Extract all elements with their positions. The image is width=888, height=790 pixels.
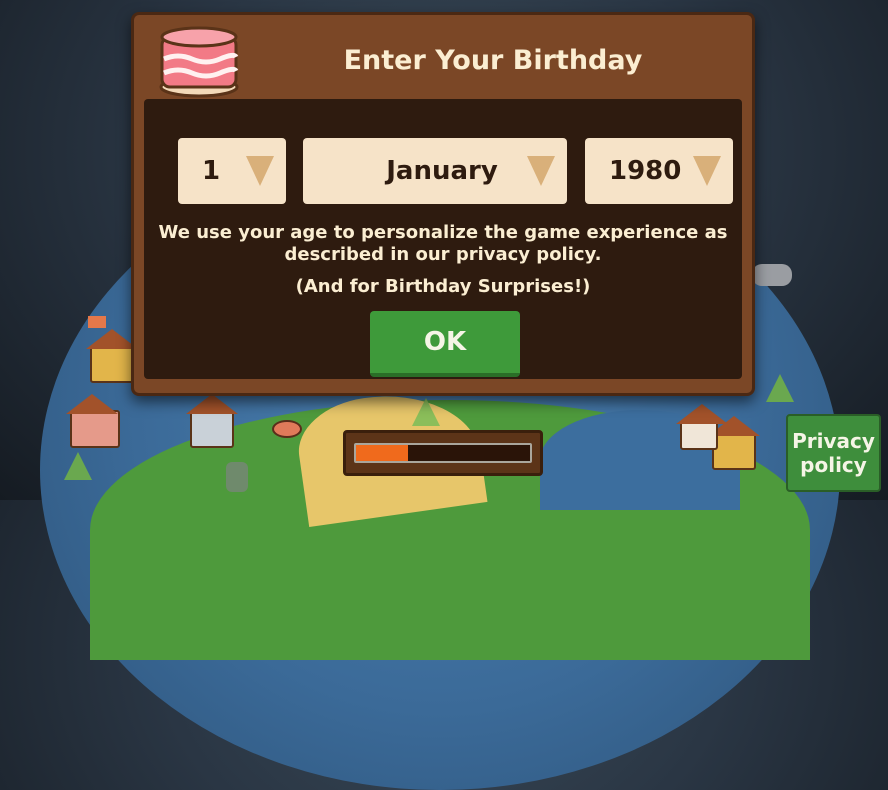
house-icon [708,416,760,470]
day-value: 1 [202,156,221,186]
age-explanation-text: We use your age to personalize the game … [158,222,728,265]
triangle-down-icon [527,156,555,186]
tree-icon [412,398,440,426]
dialog-title: Enter Your Birthday [343,45,643,76]
triangle-down-icon [246,156,274,186]
cake-icon [159,26,239,98]
flag-icon [88,316,106,328]
privacy-policy-button[interactable]: Privacy policy [786,414,881,492]
bottle-icon [226,462,248,492]
cloud-icon [752,264,792,286]
tree-icon [766,374,794,402]
house-icon [66,394,120,448]
year-dropdown[interactable]: 1980 [585,138,733,204]
house-icon [186,394,238,448]
loading-track [354,443,532,463]
month-value: January [386,156,498,186]
birthday-surprise-text: (And for Birthday Surprises!) [295,276,591,297]
day-dropdown[interactable]: 1 [178,138,286,204]
year-value: 1980 [609,156,682,186]
house-icon [86,329,138,383]
birthday-dialog: Enter Your Birthday 1 January 1980 We us… [131,12,755,396]
ok-button[interactable]: OK [370,311,520,377]
month-dropdown[interactable]: January [303,138,567,204]
triangle-down-icon [693,156,721,186]
fish-icon [272,420,302,438]
tree-icon [64,452,92,480]
loading-progress [356,445,409,461]
loading-bar [343,430,543,476]
house-icon [676,404,728,450]
